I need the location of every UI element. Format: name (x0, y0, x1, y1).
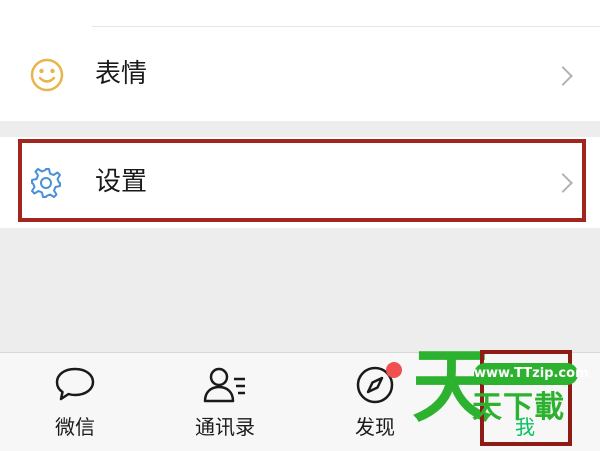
chevron-right-icon (553, 66, 573, 86)
tab-contacts[interactable]: 通讯录 (165, 353, 285, 451)
chat-bubble-icon (55, 367, 95, 401)
highlight-box (18, 139, 586, 222)
tab-chats[interactable]: 微信 (15, 353, 135, 451)
notification-dot (386, 362, 402, 378)
menu-item-emoji[interactable]: 表情 (0, 30, 600, 120)
tab-label: 通讯录 (195, 415, 255, 439)
watermark-text: 天下載 (472, 390, 565, 425)
menu-item-label: 表情 (95, 59, 148, 89)
watermark-url: www.TTzip.com (474, 363, 589, 385)
smile-icon (30, 58, 64, 92)
tab-label: 微信 (55, 415, 95, 439)
contacts-icon (203, 367, 245, 403)
divider (92, 26, 600, 27)
sticker-section: 表情 (0, 0, 600, 121)
